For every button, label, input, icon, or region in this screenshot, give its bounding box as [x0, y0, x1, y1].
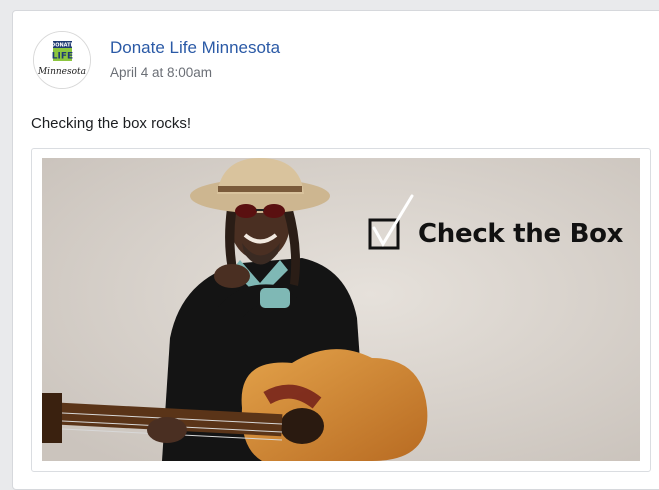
- photo-illustration: [42, 158, 640, 461]
- page-name-link[interactable]: Donate Life Minnesota: [110, 38, 280, 58]
- post-media[interactable]: Check the Box: [31, 148, 651, 472]
- post-image[interactable]: Check the Box: [42, 158, 640, 461]
- page-avatar[interactable]: DONATE LIFE Minnesota: [33, 31, 91, 89]
- post-card: DONATE LIFE Minnesota Donate Life Minnes…: [12, 10, 659, 490]
- logo-script-text: Minnesota: [37, 67, 86, 77]
- logo-top-text: DONATE: [51, 43, 74, 49]
- logo-main-text: LIFE: [52, 52, 73, 62]
- image-headline: Check the Box: [418, 219, 624, 249]
- donate-life-logo: DONATE LIFE Minnesota: [34, 32, 90, 88]
- post-timestamp[interactable]: April 4 at 8:00am: [110, 65, 212, 80]
- post-text: Checking the box rocks!: [31, 115, 192, 132]
